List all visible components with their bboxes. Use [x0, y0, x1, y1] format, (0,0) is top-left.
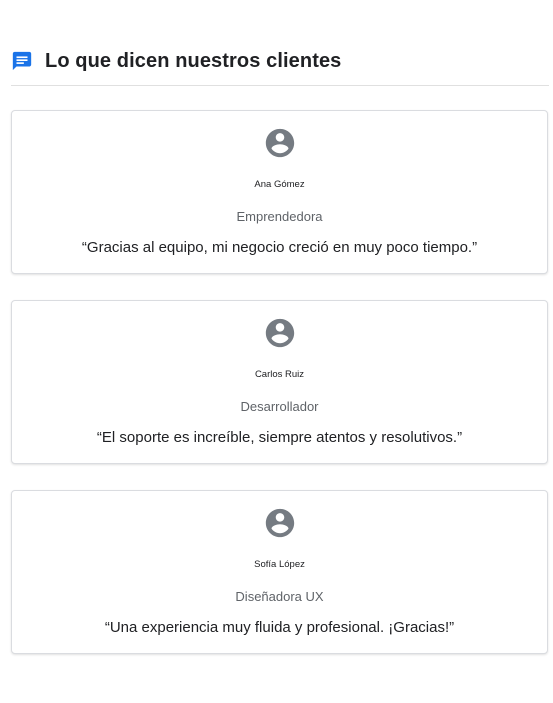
- testimonial-quote: “Gracias al equipo, mi negocio creció en…: [81, 239, 478, 256]
- account-circle-icon: [263, 316, 297, 350]
- testimonial-name: Ana Gómez: [254, 179, 305, 190]
- testimonial-name: Carlos Ruiz: [254, 369, 305, 380]
- testimonial-role: Diseñadora UX: [235, 589, 324, 604]
- testimonial-role: Desarrollador: [240, 399, 319, 414]
- testimonial-name: Sofía López: [254, 559, 305, 570]
- testimonial-card: Carlos Ruiz Desarrollador “El soporte es…: [11, 300, 548, 464]
- testimonial-card: Ana Gómez Emprendedora “Gracias al equip…: [11, 110, 548, 274]
- testimonial-role: Emprendedora: [236, 209, 323, 224]
- section-title: Lo que dicen nuestros clientes: [45, 49, 342, 72]
- account-circle-icon: [263, 506, 297, 540]
- chat-bubble-icon: [11, 50, 33, 72]
- testimonial-card: Sofía López Diseñadora UX “Una experienc…: [11, 490, 548, 654]
- testimonials-section: Lo que dicen nuestros clientes Ana Gómez…: [0, 0, 553, 703]
- header-divider: [11, 85, 549, 86]
- section-header: Lo que dicen nuestros clientes: [11, 48, 549, 74]
- testimonial-quote: “El soporte es increíble, siempre atento…: [96, 429, 463, 446]
- account-circle-icon: [263, 126, 297, 160]
- testimonial-quote: “Una experiencia muy fluida y profesiona…: [104, 619, 455, 636]
